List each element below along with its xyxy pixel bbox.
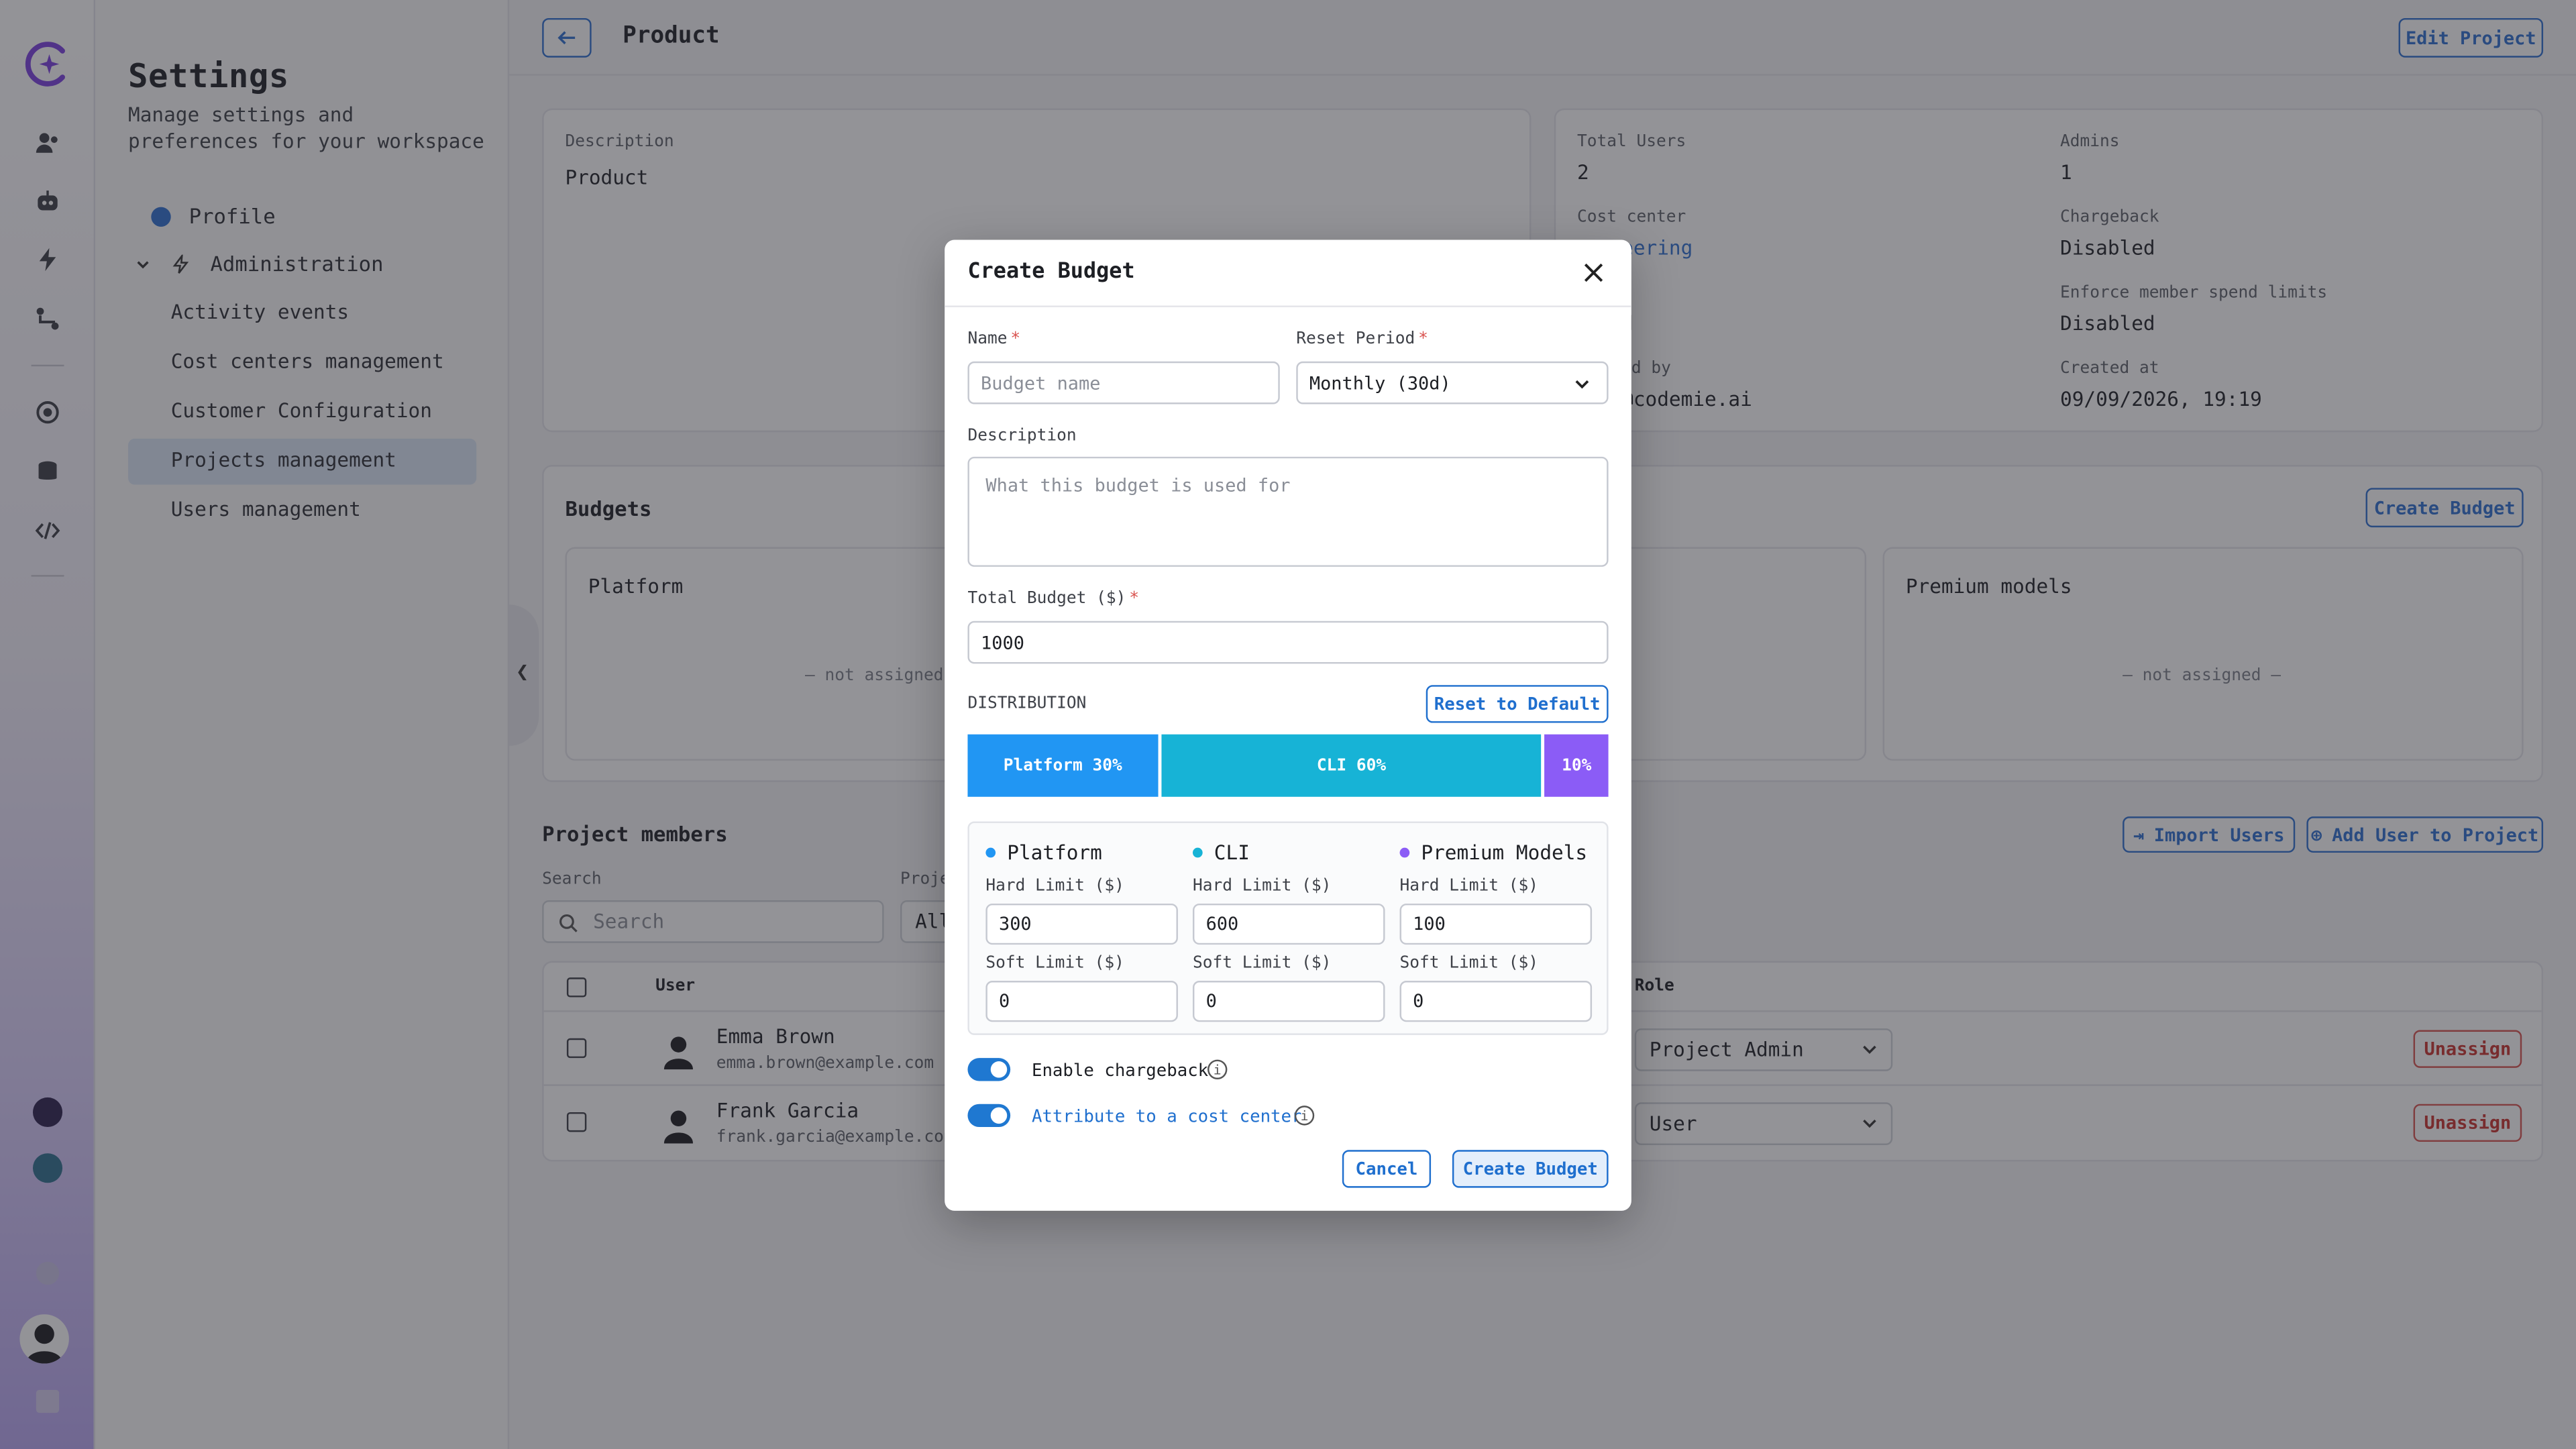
premium-soft-input[interactable]: 0 — [1399, 981, 1593, 1022]
segment-platform-label: Platform 30% — [1003, 756, 1122, 775]
distribution-label: DISTRIBUTION — [967, 694, 1087, 713]
cli-hard-label: Hard Limit ($) — [1192, 877, 1332, 896]
chargeback-label: Enable chargeback — [1031, 1061, 1209, 1081]
cli-column-title: CLI — [1192, 841, 1250, 865]
cli-dot — [1192, 847, 1203, 858]
name-label-text: Name — [967, 330, 1008, 349]
budget-name-input[interactable]: Budget name — [967, 361, 1280, 405]
cancel-button[interactable]: Cancel — [1342, 1150, 1432, 1188]
total-budget-label: Total Budget ($) * — [967, 590, 1139, 608]
info-icon[interactable]: i — [1294, 1106, 1315, 1126]
reset-period-label: Reset Period * — [1296, 330, 1428, 348]
create-budget-modal: Create Budget Name * Budget name Reset Pe… — [945, 239, 1631, 1211]
limits-panel: Platform Hard Limit ($) 300 Soft Limit (… — [967, 821, 1609, 1035]
description-textarea[interactable]: What this budget is used for — [967, 456, 1609, 567]
required-mark: * — [1010, 330, 1021, 349]
segment-premium[interactable]: 10% — [1545, 734, 1609, 797]
name-placeholder: Budget name — [981, 372, 1101, 394]
platform-soft-label: Soft Limit ($) — [985, 954, 1124, 973]
total-budget-label-text: Total Budget ($) — [967, 590, 1126, 608]
total-budget-input[interactable]: 1000 — [967, 621, 1609, 664]
description-placeholder: What this budget is used for — [985, 474, 1291, 496]
required-mark: * — [1129, 590, 1140, 608]
reset-period-select[interactable]: Monthly (30d) — [1296, 361, 1609, 405]
name-label: Name * — [967, 330, 1020, 348]
chevron-down-icon — [1575, 380, 1589, 389]
platform-dot — [985, 847, 996, 858]
segment-platform[interactable]: Platform 30% — [967, 734, 1159, 797]
info-icon[interactable]: i — [1208, 1059, 1228, 1079]
premium-column-title: Premium Models — [1399, 841, 1588, 865]
modal-title: Create Budget — [967, 259, 1135, 284]
premium-hard-input[interactable]: 100 — [1399, 903, 1593, 945]
modal-header: Create Budget — [945, 240, 1631, 307]
segment-premium-label: 10% — [1562, 756, 1592, 775]
cli-hard-input[interactable]: 600 — [1192, 903, 1385, 945]
cost-center-label: Attribute to a cost center — [1031, 1107, 1302, 1128]
reset-period-label-text: Reset Period — [1296, 330, 1415, 349]
segment-cli[interactable]: CLI 60% — [1161, 734, 1542, 797]
premium-hard-label: Hard Limit ($) — [1399, 877, 1538, 896]
cli-soft-input[interactable]: 0 — [1192, 981, 1385, 1022]
segment-cli-label: CLI 60% — [1316, 756, 1387, 775]
platform-soft-input[interactable]: 0 — [985, 981, 1178, 1022]
platform-hard-label: Hard Limit ($) — [985, 877, 1124, 896]
reset-to-default-button[interactable]: Reset to Default — [1426, 685, 1609, 723]
platform-column-title: Platform — [985, 841, 1102, 864]
required-mark: * — [1418, 330, 1428, 349]
cli-name: CLI — [1214, 841, 1250, 865]
premium-dot — [1399, 847, 1410, 858]
premium-soft-label: Soft Limit ($) — [1399, 954, 1538, 973]
premium-name: Premium Models — [1421, 841, 1588, 865]
cost-center-toggle[interactable] — [967, 1104, 1011, 1128]
create-budget-submit-button[interactable]: Create Budget — [1452, 1150, 1609, 1188]
platform-hard-input[interactable]: 300 — [985, 903, 1178, 945]
close-icon[interactable] — [1582, 261, 1605, 284]
reset-period-value: Monthly (30d) — [1309, 372, 1451, 394]
platform-name: Platform — [1007, 841, 1102, 865]
description-label: Description — [967, 427, 1077, 445]
distribution-bar[interactable]: Platform 30% CLI 60% 10% — [967, 734, 1609, 797]
chargeback-toggle[interactable] — [967, 1058, 1011, 1081]
cli-soft-label: Soft Limit ($) — [1192, 954, 1332, 973]
